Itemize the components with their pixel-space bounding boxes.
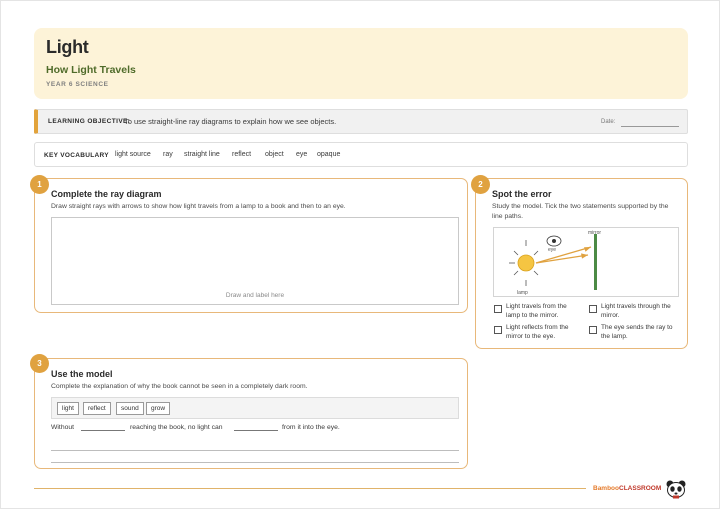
statement-text: The eye sends the ray to the lamp.	[601, 324, 673, 340]
vocab-word: eye	[296, 151, 308, 158]
word-chip[interactable]: grow	[146, 402, 171, 415]
ray-model-svg: eye mirror lamp	[509, 230, 601, 296]
mirror-label: mirror	[588, 230, 601, 236]
task-1-instruction: Draw straight rays with arrows to show h…	[51, 203, 346, 210]
vocab-word: reflect	[232, 151, 252, 158]
statement-text: Light reflects from the mirror to the ey…	[506, 324, 569, 340]
header-banner: Light How Light Travels YEAR 6 SCIENCE	[34, 28, 688, 99]
statement-checkbox[interactable]	[589, 305, 597, 313]
task-2-badge: 2	[471, 175, 490, 194]
statement-checkbox[interactable]	[494, 305, 502, 313]
ray-model-diagram: eye mirror lamp	[493, 227, 679, 297]
vocab-word: straight line	[184, 151, 220, 158]
eye-icon	[546, 235, 562, 247]
mirror-shape	[594, 234, 597, 290]
answer-blank[interactable]	[234, 430, 278, 431]
panda-icon	[666, 480, 686, 499]
page-subtitle: How Light Travels	[46, 64, 136, 76]
footer-divider	[34, 488, 586, 489]
word-bank: light reflect sound grow	[51, 397, 459, 419]
sun-icon	[509, 240, 539, 286]
answer-blank[interactable]	[81, 430, 125, 431]
task-1-badge: 1	[30, 175, 49, 194]
ray-lamp-to-eye	[535, 254, 589, 264]
vocab-word: light source	[115, 151, 151, 158]
statement-text: Light travels from the lamp to the mirro…	[506, 303, 567, 319]
worksheet: Light How Light Travels YEAR 6 SCIENCE L…	[0, 0, 720, 509]
lamp-label: lamp	[517, 290, 528, 296]
task-2-title: Spot the error	[492, 189, 552, 199]
statement-checkbox[interactable]	[589, 326, 597, 334]
word-chip[interactable]: sound	[116, 402, 144, 415]
vocab-word: opaque	[317, 151, 341, 158]
drawing-hint: Draw and label here	[225, 292, 285, 299]
vocab-word: object	[265, 151, 284, 158]
task-3-badge: 3	[30, 354, 49, 373]
word-chip[interactable]: light	[57, 402, 79, 415]
statement-checkbox[interactable]	[494, 326, 502, 334]
statement-text: Light travels through the mirror.	[601, 303, 671, 319]
eye-label: eye	[548, 247, 556, 253]
sentence-part: from it into the eye.	[282, 424, 340, 431]
date-field[interactable]	[621, 126, 679, 127]
writing-line[interactable]	[51, 462, 459, 463]
date-label: Date:	[601, 119, 616, 125]
task-3-instruction: Complete the explanation of why the book…	[51, 383, 308, 390]
task-1-card: Complete the ray diagram Draw straight r…	[34, 178, 468, 313]
task-3-title: Use the model	[51, 369, 113, 379]
brand-name-part: Bamboo	[593, 485, 619, 492]
brand-logo: BambooCLASSROOM	[593, 485, 661, 492]
writing-line[interactable]	[51, 450, 459, 451]
sentence-part: reaching the book, no light can	[130, 424, 223, 431]
objective-label: LEARNING OBJECTIVE:	[48, 118, 131, 125]
word-chip[interactable]: reflect	[83, 402, 111, 415]
ray-arrowhead	[581, 253, 588, 259]
ray-arrowhead	[584, 247, 591, 252]
page-title: Light	[46, 37, 89, 57]
drawing-area[interactable]: Draw and label here	[51, 217, 459, 305]
vocab-word: ray	[163, 151, 173, 158]
learning-objective-bar: LEARNING OBJECTIVE: To use straight-line…	[34, 109, 688, 134]
task-1-title: Complete the ray diagram	[51, 189, 162, 199]
objective-text: To use straight-line ray diagrams to exp…	[124, 117, 337, 126]
task-2-instruction: Study the model. Tick the two statements…	[492, 203, 669, 220]
task-3-card: Use the model Complete the explanation o…	[34, 358, 468, 469]
task-2-card: Spot the error Study the model. Tick the…	[475, 178, 688, 349]
year-label: YEAR 6 SCIENCE	[46, 81, 109, 88]
sentence-part: Without	[51, 424, 75, 431]
key-vocabulary-bar: KEY VOCABULARY light source ray straight…	[34, 142, 688, 167]
brand-name-part: CLASSROOM	[619, 485, 662, 492]
vocabulary-label: KEY VOCABULARY	[44, 152, 109, 159]
